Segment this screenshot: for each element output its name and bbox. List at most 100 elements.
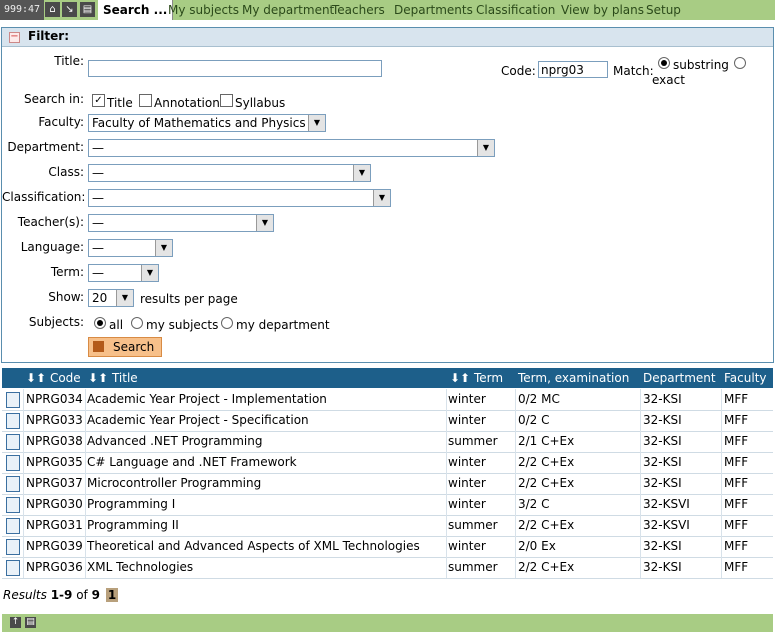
document-icon[interactable] [6,434,20,450]
document-icon[interactable] [6,476,20,492]
table-row[interactable]: NPRG030 Programming I winter 3/2 C 32-KS… [2,494,773,516]
cell-examination: 3/2 C [518,497,550,511]
cell-title[interactable]: Theoretical and Advanced Aspects of XML … [87,536,420,557]
column-title[interactable]: ⬇⬆ Title [88,368,138,388]
cell-title[interactable]: Academic Year Project - Specification [87,410,309,431]
class-value: — [92,166,104,180]
cell-code[interactable]: NPRG034 [26,389,83,410]
table-row[interactable]: NPRG038 Advanced .NET Programming summer… [2,431,773,453]
class-select[interactable]: — ▼ [88,164,371,182]
cell-department: 32-KSI [643,413,682,427]
document-icon[interactable] [6,539,20,555]
document-icon[interactable] [6,413,20,429]
show-suffix: results per page [140,292,238,306]
cell-code[interactable]: NPRG033 [26,410,83,431]
arrow-down-right-icon[interactable]: ↘ [62,2,77,17]
cell-term: winter [448,413,486,427]
search-in-title-checkbox[interactable]: ✓ [92,94,105,107]
cell-examination: 2/2 C+Ex [518,560,575,574]
collapse-icon[interactable]: − [9,32,20,43]
table-row[interactable]: NPRG035 C# Language and .NET Framework w… [2,452,773,474]
print-icon[interactable]: ▤ [80,2,95,17]
document-icon[interactable] [6,392,20,408]
teachers-label: Teacher(s): [17,215,84,229]
department-select[interactable]: — ▼ [88,139,495,157]
cell-code[interactable]: NPRG035 [26,452,83,473]
search-in-syllabus-checkbox[interactable] [220,94,233,107]
search-in-annotation-checkbox[interactable] [139,94,152,107]
cell-title[interactable]: Programming II [87,515,179,536]
cell-code[interactable]: NPRG037 [26,473,83,494]
code-input[interactable]: nprg03 [538,61,608,78]
cell-department: 32-KSVI [643,518,690,532]
cell-title[interactable]: C# Language and .NET Framework [87,452,297,473]
table-row[interactable]: NPRG039 Theoretical and Advanced Aspects… [2,536,773,558]
match-substring-radio[interactable] [658,57,670,69]
subjects-label: Subjects: [28,315,84,329]
results-range: 1-9 [50,588,73,602]
cell-title[interactable]: Microcontroller Programming [87,473,261,494]
cell-title[interactable]: XML Technologies [87,557,193,578]
cell-faculty: MFF [724,539,749,553]
show-select[interactable]: 20 ▼ [88,289,134,307]
classification-select[interactable]: — ▼ [88,189,391,207]
subjects-my-subjects-radio[interactable] [131,317,143,329]
column-code[interactable]: ⬇⬆ Code [26,368,81,388]
column-term-label: Term [473,371,504,385]
subjects-all-radio[interactable] [94,317,106,329]
title-input[interactable] [88,60,382,77]
table-row[interactable]: NPRG034 Academic Year Project - Implemen… [2,389,773,411]
table-row[interactable]: NPRG033 Academic Year Project - Specific… [2,410,773,432]
document-icon[interactable] [6,455,20,471]
cell-department: 32-KSVI [643,497,690,511]
match-exact-radio[interactable] [734,57,746,69]
cell-examination: 2/0 Ex [518,539,556,553]
print-icon[interactable]: ▤ [25,617,36,628]
cell-title[interactable]: Academic Year Project - Implementation [87,389,327,410]
column-title-label: Title [111,371,138,385]
column-term[interactable]: ⬇⬆ Term [450,368,503,388]
faculty-label: Faculty: [38,115,84,129]
language-select[interactable]: — ▼ [88,239,173,257]
cell-title[interactable]: Advanced .NET Programming [87,431,262,452]
tab-departments[interactable]: Departments [394,0,473,20]
tab-my-subjects[interactable]: My subjects [168,0,239,20]
page-number[interactable]: 1 [105,588,119,602]
cell-code[interactable]: NPRG038 [26,431,83,452]
cell-code[interactable]: NPRG031 [26,515,83,536]
tab-classification[interactable]: Classification [476,0,555,20]
tab-view-by-plans[interactable]: View by plans [561,0,644,20]
cell-code[interactable]: NPRG030 [26,494,83,515]
tab-teachers[interactable]: Teachers [332,0,385,20]
cell-department: 32-KSI [643,455,682,469]
document-icon[interactable] [6,497,20,513]
search-button[interactable]: Search [88,337,162,357]
search-in-syllabus-label: Syllabus [235,96,286,110]
term-select[interactable]: — ▼ [88,264,159,282]
code-label: Code: [501,64,536,78]
table-row[interactable]: NPRG036 XML Technologies summer 2/2 C+Ex… [2,557,773,579]
cell-code[interactable]: NPRG039 [26,536,83,557]
tab-setup[interactable]: Setup [646,0,681,20]
cell-examination: 2/2 C+Ex [518,476,575,490]
teachers-select[interactable]: — ▼ [88,214,274,232]
table-row[interactable]: NPRG037 Microcontroller Programming wint… [2,473,773,495]
search-button-label: Search [113,340,155,354]
chevron-down-icon: ▼ [308,115,325,131]
term-value: — [92,266,104,280]
column-department: Department [643,371,716,385]
faculty-select[interactable]: Faculty of Mathematics and Physics ▼ [88,114,326,132]
department-label: Department: [7,140,84,154]
document-icon[interactable] [6,518,20,534]
subjects-my-subjects-label: my subjects [146,318,219,332]
subjects-my-department-radio[interactable] [221,317,233,329]
document-icon[interactable] [6,560,20,576]
home-icon[interactable]: ⌂ [45,2,60,17]
cell-code[interactable]: NPRG036 [26,557,83,578]
tab-search[interactable]: Search ... [98,0,174,20]
table-row[interactable]: NPRG031 Programming II summer 2/2 C+Ex 3… [2,515,773,537]
arrow-up-icon[interactable]: ↑ [10,617,21,628]
show-value: 20 [92,291,108,305]
tab-my-department[interactable]: My department [242,0,334,20]
cell-title[interactable]: Programming I [87,494,175,515]
